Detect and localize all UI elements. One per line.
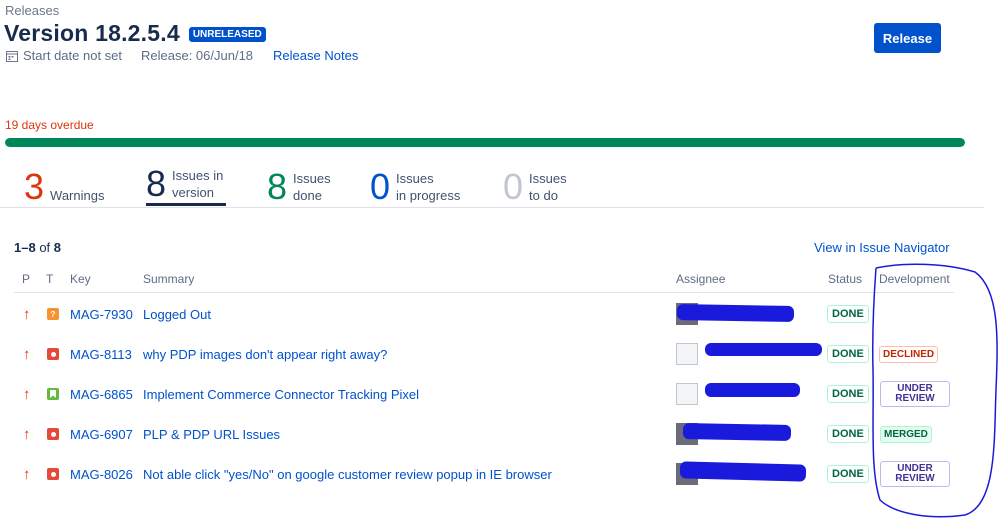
question-type-icon: ? bbox=[47, 308, 59, 320]
issue-summary-link[interactable]: Implement Commerce Connector Tracking Pi… bbox=[143, 377, 419, 411]
stat-issues-in-version-label: Issues in version bbox=[172, 168, 224, 200]
issue-key-link[interactable]: MAG-8026 bbox=[70, 457, 133, 491]
release-progress-bar bbox=[5, 138, 965, 147]
bug-type-icon bbox=[47, 428, 59, 440]
arrow-up-icon: ↑ bbox=[23, 465, 31, 483]
column-header-development: Development bbox=[879, 272, 950, 286]
stat-issues-in-version[interactable]: 8 Issues in version bbox=[146, 160, 226, 206]
svg-text:?: ? bbox=[51, 310, 56, 318]
broken-image-icon bbox=[676, 383, 698, 405]
development-status-badge[interactable]: MERGED bbox=[880, 425, 932, 443]
column-header-summary: Summary bbox=[143, 272, 195, 286]
arrow-up-icon: ↑ bbox=[23, 345, 31, 363]
arrow-up-icon: ↑ bbox=[23, 305, 31, 323]
stat-issues-in-progress[interactable]: 0 Issues in progress bbox=[370, 160, 460, 206]
redaction-scribble bbox=[705, 383, 800, 397]
arrow-up-icon: ↑ bbox=[23, 425, 31, 443]
status-badge: DONE bbox=[827, 465, 869, 483]
stat-issues-in-progress-count: 0 bbox=[370, 166, 391, 207]
status-badge: DONE bbox=[827, 425, 869, 443]
column-header-priority: P bbox=[22, 272, 31, 286]
story-type-icon bbox=[47, 388, 59, 400]
table-row[interactable]: ↑ ? MAG-7930 Logged Out DONE bbox=[14, 297, 954, 331]
stat-warnings-count: 3 bbox=[24, 166, 45, 207]
view-in-issue-navigator-link[interactable]: View in Issue Navigator bbox=[814, 240, 950, 255]
issue-key-link[interactable]: MAG-7930 bbox=[70, 297, 133, 331]
issue-key-link[interactable]: MAG-6865 bbox=[70, 377, 133, 411]
redaction-scribble bbox=[682, 423, 792, 441]
stat-warnings[interactable]: 3 Warnings bbox=[24, 160, 104, 206]
stat-warnings-label: Warnings bbox=[50, 188, 105, 203]
issue-summary-link[interactable]: Logged Out bbox=[143, 297, 211, 331]
stat-issues-done[interactable]: 8 Issues done bbox=[267, 160, 331, 206]
stat-issues-to-do[interactable]: 0 Issues to do bbox=[503, 160, 567, 206]
stats-divider bbox=[0, 207, 984, 208]
release-button[interactable]: Release bbox=[874, 23, 941, 53]
stat-issues-done-label: Issues done bbox=[293, 171, 331, 203]
release-notes-link[interactable]: Release Notes bbox=[273, 48, 358, 63]
issue-key-link[interactable]: MAG-6907 bbox=[70, 417, 133, 451]
stat-issues-to-do-count: 0 bbox=[503, 166, 524, 207]
calendar-icon bbox=[6, 50, 18, 62]
table-row[interactable]: ↑ MAG-8026 Not able click "yes/No" on go… bbox=[14, 457, 954, 491]
issue-key-link[interactable]: MAG-8113 bbox=[70, 337, 132, 371]
issue-stats-tabs: 3 Warnings 8 Issues in version 8 Issues do… bbox=[0, 160, 999, 208]
development-status-badge[interactable]: UNDER REVIEW bbox=[880, 381, 950, 407]
release-date: Release: 06/Jun/18 bbox=[141, 48, 254, 63]
issue-summary-link[interactable]: PLP & PDP URL Issues bbox=[143, 417, 280, 451]
table-row[interactable]: ↑ MAG-6865 Implement Commerce Connector … bbox=[14, 377, 954, 411]
page-title: Version 18.2.5.4 bbox=[4, 20, 180, 46]
arrow-up-icon: ↑ bbox=[23, 385, 31, 403]
development-status-badge[interactable]: UNDER REVIEW bbox=[880, 461, 950, 487]
stat-issues-in-version-count: 8 bbox=[146, 163, 167, 204]
bug-type-icon bbox=[47, 348, 59, 360]
broken-image-icon bbox=[676, 343, 698, 365]
issue-summary-link[interactable]: Not able click "yes/No" on google custom… bbox=[143, 457, 552, 491]
progress-fill-done bbox=[5, 138, 965, 147]
stat-issues-in-progress-label: Issues in progress bbox=[396, 171, 461, 203]
column-header-status: Status bbox=[828, 272, 863, 286]
status-badge: DONE bbox=[827, 385, 869, 403]
start-date: Start date not set bbox=[23, 48, 123, 63]
column-header-type: T bbox=[46, 272, 54, 286]
status-badge: DONE bbox=[827, 305, 869, 323]
table-header-divider bbox=[14, 292, 954, 293]
stat-issues-to-do-label: Issues to do bbox=[529, 171, 567, 203]
column-header-key: Key bbox=[70, 272, 91, 286]
redaction-scribble bbox=[676, 303, 795, 323]
bug-type-icon bbox=[47, 468, 59, 480]
table-row[interactable]: ↑ MAG-6907 PLP & PDP URL Issues DONE MER… bbox=[14, 417, 954, 451]
redaction-scribble bbox=[679, 461, 807, 482]
column-header-assignee: Assignee bbox=[676, 272, 726, 286]
stat-issues-done-count: 8 bbox=[267, 166, 288, 207]
breadcrumb[interactable]: Releases bbox=[5, 3, 59, 18]
results-count: 1–8 of 8 bbox=[14, 240, 62, 255]
development-status-badge[interactable]: DECLINED bbox=[879, 345, 939, 363]
redaction-scribble bbox=[705, 343, 822, 356]
version-status-badge: UNRELEASED bbox=[188, 27, 266, 42]
status-badge: DONE bbox=[827, 345, 869, 363]
overdue-warning: 19 days overdue bbox=[5, 118, 94, 132]
issue-summary-link[interactable]: why PDP images don't appear right away? bbox=[143, 337, 387, 371]
